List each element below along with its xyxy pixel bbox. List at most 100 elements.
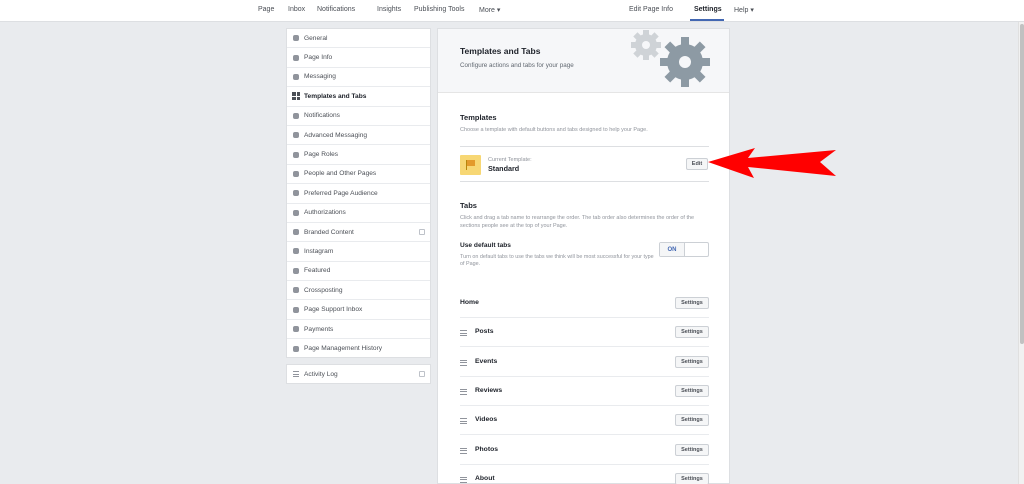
nav-edit-page-info[interactable]: Edit Page Info xyxy=(629,6,673,13)
sidebar-item-label: Page Roles xyxy=(304,151,339,159)
use-default-tabs-label: Use default tabs xyxy=(460,242,511,249)
sidebar-item-label: Page Management History xyxy=(304,345,383,353)
sidebar-item-instagram[interactable]: Instagram xyxy=(287,242,430,262)
nav-publishing-tools[interactable]: Publishing Tools xyxy=(414,6,464,13)
large-gear-icon xyxy=(660,37,710,87)
tabs-heading: Tabs xyxy=(460,201,477,210)
handshake-icon xyxy=(292,228,300,236)
tab-settings-button[interactable]: Settings xyxy=(675,326,709,339)
drag-handle-icon[interactable] xyxy=(460,447,467,454)
templates-description: Choose a template with default buttons a… xyxy=(460,127,648,133)
sidebar-item-crossposting[interactable]: Crossposting xyxy=(287,281,430,301)
dollar-icon xyxy=(292,325,300,333)
tab-row-home: Home Settings xyxy=(460,289,709,318)
tab-row-videos[interactable]: Videos Settings xyxy=(460,406,709,436)
sidebar-item-label: Advanced Messaging xyxy=(304,131,368,139)
nav-more[interactable]: More ▾ xyxy=(479,6,500,14)
sidebar-item-page-management-history[interactable]: Page Management History xyxy=(287,339,430,358)
current-template-value: Standard xyxy=(488,164,520,173)
tab-settings-button[interactable]: Settings xyxy=(675,384,709,397)
nav-settings[interactable]: Settings xyxy=(694,6,722,13)
sidebar-item-branded-content[interactable]: Branded Content xyxy=(287,223,430,243)
divider xyxy=(460,146,709,147)
scrollbar-thumb[interactable] xyxy=(1020,24,1024,344)
tab-row-about[interactable]: About Settings xyxy=(460,465,709,484)
activity-log-item[interactable]: Activity Log xyxy=(286,364,431,384)
sidebar-item-page-roles[interactable]: Page Roles xyxy=(287,145,430,165)
sidebar-item-general[interactable]: General xyxy=(287,29,430,49)
page-title: Templates and Tabs xyxy=(460,46,541,56)
instagram-icon xyxy=(292,247,300,255)
tab-row-photos[interactable]: Photos Settings xyxy=(460,436,709,465)
pencil-icon xyxy=(292,54,300,62)
nav-notifications[interactable]: Notifications xyxy=(317,6,355,13)
tab-settings-button[interactable]: Settings xyxy=(675,297,709,309)
sidebar-item-featured[interactable]: Featured xyxy=(287,262,430,282)
tab-name: About xyxy=(475,474,495,482)
tab-name: Photos xyxy=(475,445,499,453)
tab-row-posts[interactable]: Posts Settings xyxy=(460,318,709,348)
sidebar-item-label: Branded Content xyxy=(304,228,354,236)
sidebar-item-label: Notifications xyxy=(304,112,340,120)
sidebar-item-label: Crossposting xyxy=(304,286,343,294)
tab-settings-button[interactable]: Settings xyxy=(675,472,709,484)
tab-settings-button[interactable]: Settings xyxy=(675,443,709,456)
history-icon xyxy=(292,345,300,353)
tab-name: Posts xyxy=(475,328,494,336)
red-arrow-annotation xyxy=(708,148,836,178)
tab-name: Reviews xyxy=(475,386,503,394)
settings-sidebar: General Page Info Messaging Templates and T… xyxy=(286,28,431,358)
drag-handle-icon[interactable] xyxy=(460,388,467,395)
top-navigation: Page Inbox Notifications Insights Publis… xyxy=(0,0,1024,22)
tabs-description: Click and drag a tab name to rearrange t… xyxy=(460,215,695,229)
sidebar-item-authorizations[interactable]: Authorizations xyxy=(287,204,430,223)
expand-icon[interactable] xyxy=(419,228,425,235)
sidebar-item-preferred-page-audience[interactable]: Preferred Page Audience xyxy=(287,184,430,204)
page-scrollbar[interactable] xyxy=(1018,22,1024,484)
drag-handle-icon[interactable] xyxy=(460,359,467,366)
sidebar-item-notifications[interactable]: Notifications xyxy=(287,107,430,126)
nav-help[interactable]: Help ▾ xyxy=(734,6,754,14)
tab-name: Home xyxy=(460,299,479,306)
sidebar-item-messaging[interactable]: Messaging xyxy=(287,68,430,88)
sidebar-item-payments[interactable]: Payments xyxy=(287,320,430,340)
wrench-icon xyxy=(292,209,300,217)
nav-page[interactable]: Page xyxy=(258,6,274,13)
star-icon xyxy=(292,267,300,275)
drag-handle-icon[interactable] xyxy=(460,476,467,483)
nav-inbox[interactable]: Inbox xyxy=(288,6,305,13)
sidebar-item-label: Instagram xyxy=(304,247,334,255)
sidebar-item-label: Messaging xyxy=(304,73,336,81)
activity-log-label: Activity Log xyxy=(304,370,338,378)
panel-header: Templates and Tabs Configure actions and… xyxy=(438,29,729,93)
sidebar-item-label: Payments xyxy=(304,325,334,333)
templates-heading: Templates xyxy=(460,113,497,122)
grid-icon xyxy=(292,92,300,101)
use-default-tabs-description: Turn on default tabs to use the tabs we … xyxy=(460,254,654,267)
sidebar-item-page-support-inbox[interactable]: Page Support Inbox xyxy=(287,300,430,320)
sidebar-item-label: Page Info xyxy=(304,54,333,62)
messenger-icon xyxy=(292,131,300,139)
sidebar-item-templates-and-tabs[interactable]: Templates and Tabs xyxy=(287,87,430,107)
tab-row-reviews[interactable]: Reviews Settings xyxy=(460,377,709,406)
nav-insights[interactable]: Insights xyxy=(377,6,401,13)
sidebar-item-label: Preferred Page Audience xyxy=(304,189,378,197)
tab-settings-button[interactable]: Settings xyxy=(675,355,709,368)
active-tab-underline xyxy=(690,19,724,21)
tab-row-events[interactable]: Events Settings xyxy=(460,348,709,377)
drag-handle-icon[interactable] xyxy=(460,418,467,425)
tab-name: Events xyxy=(475,357,498,365)
globe-icon xyxy=(292,112,300,120)
page-subtitle: Configure actions and tabs for your page xyxy=(460,62,574,69)
divider xyxy=(460,181,709,182)
use-default-tabs-toggle[interactable]: ON xyxy=(659,242,709,257)
sidebar-item-advanced-messaging[interactable]: Advanced Messaging xyxy=(287,126,430,146)
sidebar-item-label: Page Support Inbox xyxy=(304,306,363,314)
drag-handle-icon[interactable] xyxy=(460,330,467,337)
sidebar-item-page-info[interactable]: Page Info xyxy=(287,48,430,68)
expand-icon[interactable] xyxy=(419,371,425,377)
tab-name: Videos xyxy=(475,416,498,424)
templates-and-tabs-panel: Templates and Tabs Configure actions and… xyxy=(437,28,730,484)
sidebar-item-people-and-other-pages[interactable]: People and Other Pages xyxy=(287,165,430,185)
tab-settings-button[interactable]: Settings xyxy=(675,414,709,427)
